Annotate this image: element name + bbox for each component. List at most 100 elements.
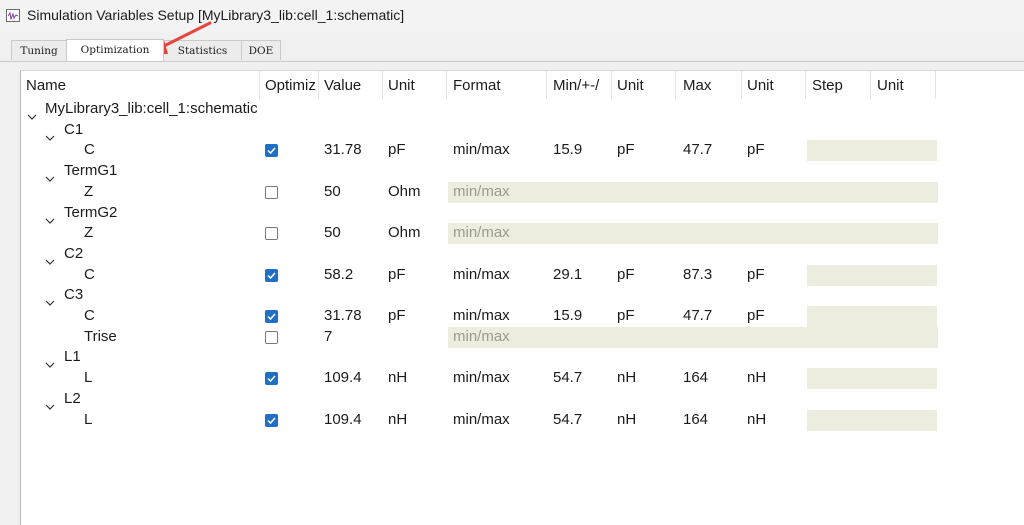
min-field[interactable]: 29.1	[553, 265, 582, 285]
value-unit[interactable]: Ohm	[388, 223, 421, 243]
tree-param-label: C	[84, 307, 95, 324]
waveform-app-icon	[6, 9, 20, 22]
column-header-max-unit[interactable]: Unit	[747, 77, 807, 94]
min-field[interactable]: 54.7	[553, 410, 582, 430]
max-unit[interactable]: nH	[747, 410, 766, 430]
format-select[interactable]: min/max	[453, 140, 510, 160]
value-unit[interactable]: nH	[388, 410, 407, 430]
chevron-down-icon[interactable]	[45, 168, 55, 182]
column-divider[interactable]	[870, 71, 871, 99]
tree-param-label: Trise	[84, 327, 117, 345]
chevron-down-icon[interactable]	[27, 106, 37, 120]
chevron-down-icon[interactable]	[45, 354, 55, 369]
min-unit[interactable]: pF	[617, 306, 635, 326]
optimize-checkbox[interactable]	[265, 372, 278, 386]
max-field[interactable]: 47.7	[683, 306, 712, 326]
format-select[interactable]: min/max	[453, 410, 510, 430]
format-select[interactable]: min/max	[453, 265, 510, 285]
format-select-disabled: min/max	[453, 182, 510, 200]
value-field[interactable]: 109.4	[324, 368, 362, 388]
value-unit[interactable]: nH	[388, 368, 407, 388]
chevron-down-icon[interactable]	[45, 251, 55, 265]
optimize-checkbox[interactable]	[265, 268, 278, 282]
format-select-disabled: min/max	[453, 327, 510, 345]
column-divider[interactable]	[446, 71, 447, 99]
tree-group-label: TermG1	[64, 162, 118, 180]
tree-group-label: C2	[64, 244, 84, 262]
column-header-step[interactable]: Step	[812, 77, 872, 94]
value-field[interactable]: 31.78	[324, 140, 362, 160]
min-unit[interactable]: nH	[617, 368, 636, 388]
column-divider[interactable]	[382, 71, 383, 99]
max-field[interactable]: 47.7	[683, 140, 712, 160]
variables-tree-table: Name Optimiz Value Unit Format Min/+-/Unit Max…	[20, 70, 1024, 525]
step-field-disabled	[807, 306, 937, 327]
optimize-checkbox[interactable]	[265, 310, 278, 323]
value-field[interactable]: 50	[324, 182, 341, 202]
min-unit[interactable]: pF	[617, 140, 635, 160]
tree-param-label: L	[84, 369, 93, 387]
optimize-checkbox[interactable]	[265, 185, 278, 199]
chevron-down-icon[interactable]	[45, 210, 55, 224]
tree-group-label: C3	[64, 286, 84, 304]
step-field-disabled	[807, 140, 937, 162]
column-header-unit[interactable]: Unit	[388, 77, 448, 94]
min-unit[interactable]: pF	[617, 265, 635, 285]
column-divider[interactable]	[546, 71, 547, 99]
column-header-format[interactable]: Format	[453, 77, 548, 94]
column-header-max[interactable]: Max	[683, 77, 743, 94]
min-field[interactable]: 54.7	[553, 368, 582, 388]
value-unit[interactable]: pF	[388, 306, 406, 326]
max-field[interactable]: 164	[683, 410, 708, 430]
tree-group-label: TermG2	[64, 203, 118, 221]
value-field[interactable]: 50	[324, 223, 341, 243]
min-field[interactable]: 15.9	[553, 140, 582, 160]
column-header-min-unit[interactable]: Unit	[617, 77, 677, 94]
tab-tuning[interactable]: Tuning	[11, 40, 67, 60]
value-unit[interactable]: pF	[388, 265, 406, 285]
chevron-down-icon[interactable]	[45, 292, 55, 307]
column-header-step-unit[interactable]: Unit	[877, 77, 937, 94]
column-header-min[interactable]: Min/+-/	[553, 77, 613, 94]
column-divider[interactable]	[259, 71, 260, 99]
min-field[interactable]: 15.9	[553, 306, 582, 326]
value-field[interactable]: 109.4	[324, 410, 362, 430]
max-field[interactable]: 164	[683, 368, 708, 388]
column-divider[interactable]	[935, 71, 936, 99]
column-header-value[interactable]: Value	[324, 77, 384, 94]
chevron-down-icon[interactable]	[45, 396, 55, 410]
value-field[interactable]: 7	[324, 327, 332, 347]
max-field[interactable]: 87.3	[683, 265, 712, 285]
value-field[interactable]: 58.2	[324, 265, 353, 285]
format-range-disabled	[448, 223, 938, 245]
value-unit[interactable]: pF	[388, 140, 406, 160]
max-unit[interactable]: nH	[747, 368, 766, 388]
format-select[interactable]: min/max	[453, 368, 510, 388]
value-field[interactable]: 31.78	[324, 306, 362, 326]
format-select[interactable]: min/max	[453, 306, 510, 326]
chevron-down-icon[interactable]	[45, 127, 55, 141]
tree-param-label: Z	[84, 224, 94, 242]
tab-optimization[interactable]: Optimization	[66, 39, 164, 61]
max-unit[interactable]: pF	[747, 140, 765, 160]
column-divider[interactable]	[611, 71, 612, 99]
tree-param-label: Z	[84, 182, 94, 200]
optimize-checkbox[interactable]	[265, 144, 278, 158]
tree-root-label: MyLibrary3_lib:cell_1:schematic	[45, 100, 258, 117]
tree-group-label: L1	[64, 348, 81, 366]
column-divider[interactable]	[675, 71, 676, 99]
min-unit[interactable]: nH	[617, 410, 636, 430]
column-divider[interactable]	[741, 71, 742, 99]
optimize-checkbox[interactable]	[265, 330, 278, 344]
tab-bar: Tuning Optimization Statistics DOE	[0, 39, 1024, 62]
column-divider[interactable]	[805, 71, 806, 99]
value-unit[interactable]: Ohm	[388, 182, 421, 202]
max-unit[interactable]: pF	[747, 306, 765, 326]
column-divider[interactable]	[318, 71, 319, 99]
max-unit[interactable]: pF	[747, 265, 765, 285]
column-header-name[interactable]: Name	[26, 77, 261, 94]
optimize-checkbox[interactable]	[265, 413, 278, 427]
tab-doe[interactable]: DOE	[241, 40, 281, 60]
optimize-checkbox[interactable]	[265, 227, 278, 241]
column-header-optimize[interactable]: Optimiz	[265, 77, 320, 94]
